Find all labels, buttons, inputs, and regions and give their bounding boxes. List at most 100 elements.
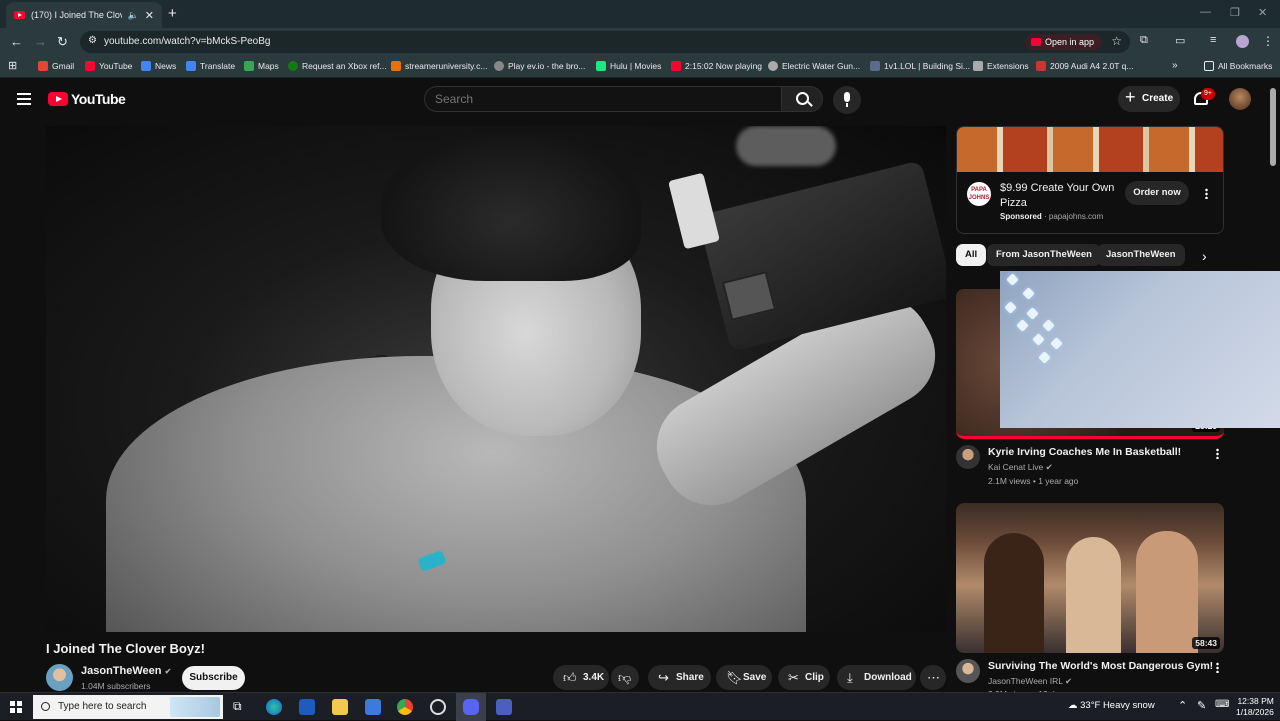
channel-avatar[interactable] <box>956 659 980 683</box>
recommendation-more-icon[interactable] <box>1216 448 1219 459</box>
recommendation-title[interactable]: Kyrie Irving Coaches Me In Basketball! <box>988 446 1181 458</box>
pen-icon[interactable]: ✎ <box>1197 699 1206 712</box>
recommendation-channel[interactable]: JasonTheWeen IRL ✔ <box>988 676 1072 687</box>
dislike-button[interactable]: 👎︎ <box>611 665 639 690</box>
bookmark-audi[interactable]: 2009 Audi A4 2.0T q... <box>1036 61 1134 71</box>
all-bookmarks[interactable]: All Bookmarks <box>1204 61 1272 71</box>
bookmark-xbox[interactable]: Request an Xbox ref... <box>288 61 387 71</box>
share-button[interactable]: ↪ Share <box>648 665 711 690</box>
microsoft-store-icon[interactable] <box>365 699 381 715</box>
recommendation-title[interactable]: Surviving The World's Most Dangerous Gym… <box>988 660 1213 672</box>
recommendation-meta: 2.1M views • 1 year ago <box>988 476 1079 486</box>
discord-icon[interactable] <box>463 699 479 715</box>
window-close-icon[interactable]: ✕ <box>1258 6 1267 19</box>
address-bar[interactable]: ⚙ youtube.com/watch?v=bMckS-PeoBg Open i… <box>80 31 1130 53</box>
ad-card[interactable]: PAPA JOHNS $9.99 Create Your Own Pizza S… <box>956 126 1224 234</box>
ad-pizza-image[interactable] <box>957 127 1223 172</box>
steam-icon[interactable] <box>430 699 446 715</box>
bookmark-youtube[interactable]: YouTube <box>85 61 132 71</box>
channel-name[interactable]: JasonTheWeen ✔ <box>81 665 171 677</box>
tray-chevron-icon[interactable]: ⌃ <box>1178 699 1187 712</box>
edge-icon[interactable] <box>266 699 282 715</box>
thumbnail-person <box>984 533 1044 653</box>
recommendation-thumbnail[interactable]: 58:43 <box>956 503 1224 653</box>
bookmark-extensions[interactable]: Extensions <box>973 61 1029 71</box>
word-icon[interactable] <box>299 699 315 715</box>
chip-all[interactable]: All <box>956 244 987 266</box>
ad-title[interactable]: $9.99 Create Your Own Pizza <box>1000 181 1130 211</box>
reading-list-icon[interactable]: ≡ <box>1210 34 1216 46</box>
back-icon[interactable]: ← <box>10 34 23 49</box>
menu-icon[interactable] <box>17 93 31 105</box>
apps-grid-icon[interactable]: ⊞ <box>8 59 17 72</box>
app-icon[interactable] <box>496 699 512 715</box>
verified-icon: ✔ <box>164 667 172 676</box>
bookmark-star-icon[interactable]: ☆ <box>1111 34 1122 48</box>
chrome-menu-icon[interactable]: ⋮ <box>1262 34 1274 48</box>
chip-from-channel[interactable]: From JasonTheWeen <box>987 244 1101 266</box>
bookmark-streameruniversity[interactable]: streameruniversity.c... <box>391 61 488 71</box>
more-bookmarks-icon[interactable]: » <box>1172 60 1178 71</box>
chrome-icon[interactable] <box>397 699 413 715</box>
search-button[interactable] <box>781 86 823 112</box>
account-avatar[interactable] <box>1229 88 1251 110</box>
download-button[interactable]: ⤓ Download <box>837 665 916 690</box>
page-scrollbar[interactable] <box>1270 88 1276 166</box>
keyboard-icon[interactable]: ⌨ <box>1215 699 1229 710</box>
restore-icon[interactable]: ❐ <box>1230 6 1240 19</box>
video-player[interactable] <box>46 126 946 632</box>
browser-tab[interactable]: (170) I Joined The Clover Bo 🔈 ✕ <box>6 2 162 28</box>
chip-channel[interactable]: JasonTheWeen <box>1097 244 1185 266</box>
led-light <box>1006 273 1019 286</box>
recommendation-channel[interactable]: Kai Cenat Live ✔ <box>988 462 1053 473</box>
more-actions-button[interactable]: ⋯ <box>920 665 946 690</box>
reload-icon[interactable]: ↻ <box>57 34 68 50</box>
search-input[interactable] <box>424 86 782 112</box>
bookmark-now-playing[interactable]: 2:15:02 Now playing <box>671 61 762 71</box>
url-text[interactable]: youtube.com/watch?v=bMckS-PeoBg <box>104 36 270 47</box>
bookmark-news[interactable]: News <box>141 61 176 71</box>
bookmark-translate[interactable]: Translate <box>186 61 235 71</box>
file-explorer-icon[interactable] <box>332 699 348 715</box>
1v1lol-icon <box>870 61 880 71</box>
subscribe-button[interactable]: Subscribe <box>182 666 245 690</box>
order-now-button[interactable]: Order now <box>1125 181 1189 205</box>
notification-count-badge: 9+ <box>1201 88 1215 100</box>
taskbar-clock[interactable]: 12:38 PM 1/18/2026 <box>1236 696 1274 718</box>
bookmark-1v1lol[interactable]: 1v1.LOL | Building Si... <box>870 61 970 71</box>
like-button[interactable]: 👍︎ 3.4K <box>553 665 609 690</box>
site-info-icon[interactable]: ⚙ <box>88 35 97 46</box>
video-duration: 58:43 <box>1192 637 1220 649</box>
youtube-favicon-icon <box>14 11 25 19</box>
voice-search-icon[interactable] <box>833 86 861 114</box>
extensions-icon[interactable]: ⧉ <box>1140 34 1148 47</box>
task-view-icon[interactable]: ⧉ <box>233 699 249 715</box>
recommendation-more-icon[interactable] <box>1216 662 1219 673</box>
xbox-icon <box>288 61 298 71</box>
channel-avatar[interactable] <box>956 445 980 469</box>
thumbnail-person <box>1066 537 1121 653</box>
forward-icon[interactable]: → <box>34 34 47 49</box>
chevron-right-icon[interactable]: › <box>1202 248 1207 264</box>
create-button[interactable]: Create <box>1118 84 1180 112</box>
bookmark-evio[interactable]: Play ev.io - the bro... <box>494 61 585 71</box>
ad-more-icon[interactable] <box>1205 188 1208 199</box>
clip-button[interactable]: ✂ Clip <box>778 665 830 690</box>
windows-start-icon[interactable] <box>10 701 22 713</box>
open-in-app-button[interactable]: Open in app <box>1024 34 1102 50</box>
weather-widget[interactable]: ☁ 33°F Heavy snow <box>1068 700 1155 711</box>
tab-close-icon[interactable]: ✕ <box>145 9 154 22</box>
save-button[interactable]: 🔖︎ Save <box>716 665 772 690</box>
channel-avatar[interactable] <box>46 664 73 691</box>
bookmark-water-gun[interactable]: Electric Water Gun... <box>768 61 860 71</box>
bookmark-maps[interactable]: Maps <box>244 61 279 71</box>
minimize-icon[interactable]: — <box>1200 6 1211 18</box>
cast-icon[interactable]: ▭ <box>1175 34 1185 47</box>
bookmark-gmail[interactable]: Gmail <box>38 61 74 71</box>
profile-avatar-icon[interactable] <box>1236 35 1249 48</box>
bookmark-hulu[interactable]: Hulu | Movies <box>596 61 661 71</box>
youtube-logo[interactable]: YouTube <box>48 91 126 107</box>
speaker-icon[interactable]: 🔈 <box>128 10 139 21</box>
new-tab-button[interactable]: + <box>168 5 177 22</box>
tab-title: (170) I Joined The Clover Bo <box>31 10 122 20</box>
